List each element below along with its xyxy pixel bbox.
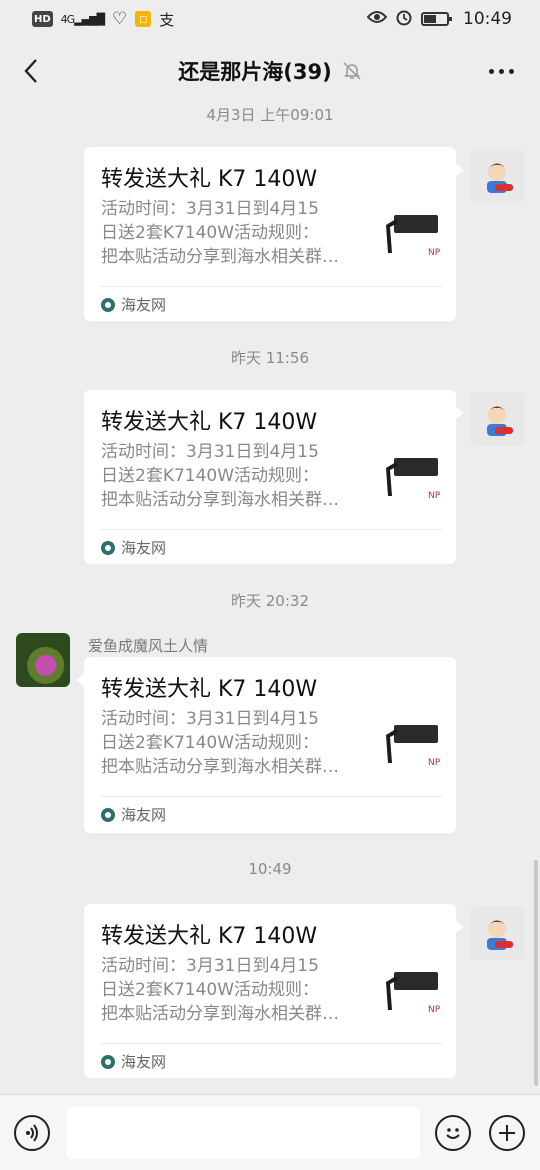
message-timestamp: 昨天 11:56 [231,349,309,367]
plus-icon [499,1125,515,1141]
message-input[interactable] [66,1107,420,1159]
message-timestamp: 4月3日 上午09:01 [206,106,334,124]
source-name: 海友网 [121,1053,167,1071]
link-card-message[interactable]: 转发送大礼 K7 140W 活动时间：3月31日到4月15 日送2套K7140W… [84,904,464,1078]
cartoon-boy-avatar-icon [487,406,513,436]
mute-bell-icon [342,61,362,81]
product-lamp-thumbnail: NP [386,458,441,501]
product-lamp-thumbnail: NP [386,215,441,258]
eye-icon [366,9,388,29]
dot [508,68,514,74]
card-title: 转发送大礼 K7 140W [101,677,318,702]
dot [498,68,504,74]
hd-badge: HD [32,11,53,27]
card-description: 活动时间：3月31日到4月15 日送2套K7140W活动规则： 把本贴活动分享到… [101,442,339,510]
clock-time: 10:49 [463,9,512,29]
more-options-button[interactable] [484,56,518,86]
svg-text:NP: NP [428,1005,441,1015]
emoji-button[interactable] [435,1115,471,1151]
avatar[interactable] [470,392,524,446]
svg-text:NP: NP [428,491,441,501]
card-description: 活动时间：3月31日到4月15 日送2套K7140W活动规则： 把本贴活动分享到… [101,956,339,1024]
svg-text:NP: NP [428,248,441,258]
source-logo-icon [101,297,115,312]
product-lamp-thumbnail: NP [386,972,441,1015]
more-functions-button[interactable] [489,1115,525,1151]
status-bar: HD 4G▂▄▆█ ♡ ◻ 支 10:49 [0,0,540,38]
heart-rate-icon: ♡ [112,9,128,29]
card-divider [101,1043,442,1044]
smiley-icon [446,1128,460,1139]
message-timestamp: 10:49 [248,860,292,878]
card-title: 转发送大礼 K7 140W [101,410,318,435]
message-input-bar [0,1094,540,1170]
source-name: 海友网 [121,296,167,314]
source-logo-icon [101,1054,115,1069]
card-source: 海友网 [101,294,166,315]
sender-avatar[interactable] [16,633,70,687]
cartoon-boy-avatar-icon [487,163,513,193]
cartoon-boy-avatar-icon [487,920,513,950]
chevron-left-icon [24,59,37,83]
avatar[interactable] [470,149,524,203]
voice-wave-icon [26,1124,38,1142]
app-notification-icon: ◻ [135,11,152,27]
signal-icon: 4G▂▄▆█ [60,12,105,26]
scrollbar[interactable] [534,860,538,1086]
chat-header: 还是那片海(39) [0,38,540,104]
card-source: 海友网 [101,537,166,558]
battery-icon [421,12,452,26]
svg-text:NP: NP [428,758,441,768]
back-button[interactable] [14,54,48,88]
card-source: 海友网 [101,1051,166,1072]
link-card-message[interactable]: 转发送大礼 K7 140W 活动时间：3月31日到4月15 日送2套K7140W… [84,390,464,564]
chat-title: 还是那片海(39) [178,60,332,84]
source-name: 海友网 [121,539,167,557]
card-description: 活动时间：3月31日到4月15 日送2套K7140W活动规则： 把本贴活动分享到… [101,199,339,267]
card-title: 转发送大礼 K7 140W [101,924,318,949]
card-title: 转发送大礼 K7 140W [101,167,318,192]
message-timestamp: 昨天 20:32 [231,592,309,610]
dot [488,68,494,74]
card-divider [101,529,442,530]
card-divider [101,286,442,287]
avatar[interactable] [470,906,524,960]
sender-name: 爱鱼成魔风土人情 [88,637,209,655]
link-card-message[interactable]: 转发送大礼 K7 140W 活动时间：3月31日到4月15 日送2套K7140W… [84,147,464,321]
card-description: 活动时间：3月31日到4月15 日送2套K7140W活动规则： 把本贴活动分享到… [101,709,339,777]
source-name: 海友网 [121,806,167,824]
product-lamp-thumbnail: NP [386,725,441,768]
card-divider [101,796,442,797]
alarm-icon [395,8,413,31]
link-card-message[interactable]: 转发送大礼 K7 140W 活动时间：3月31日到4月15 日送2套K7140W… [76,657,456,833]
alipay-icon: 支 [159,10,175,29]
card-source: 海友网 [101,804,166,825]
voice-button[interactable] [14,1115,50,1151]
source-logo-icon [101,540,115,555]
source-logo-icon [101,807,115,822]
